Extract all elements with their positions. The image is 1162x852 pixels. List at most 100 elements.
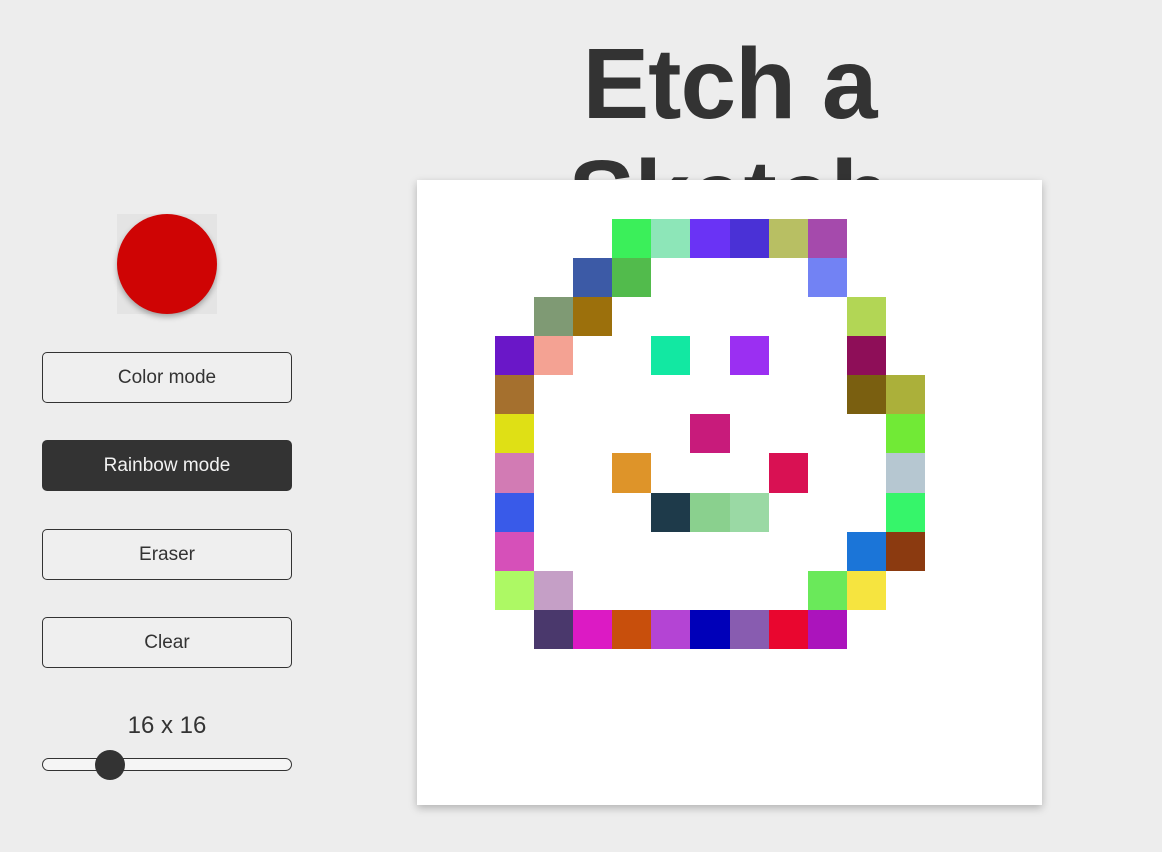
grid-cell[interactable] [963, 531, 1003, 571]
grid-cell[interactable] [534, 648, 574, 688]
grid-cell[interactable] [807, 453, 847, 493]
grid-cell[interactable] [807, 648, 847, 688]
grid-cell[interactable] [573, 414, 613, 454]
grid-cell[interactable] [885, 336, 925, 376]
grid-cell[interactable] [456, 570, 496, 610]
grid-cell[interactable] [729, 726, 769, 766]
grid-cell[interactable] [651, 648, 691, 688]
grid-cell[interactable] [963, 765, 1003, 805]
grid-cell[interactable] [690, 765, 730, 805]
rainbow-mode-button[interactable]: Rainbow mode [42, 440, 292, 491]
grid-cell[interactable] [768, 687, 808, 727]
color-picker[interactable] [117, 214, 217, 314]
grid-cell[interactable] [573, 492, 613, 532]
grid-cell[interactable] [1002, 765, 1042, 805]
grid-cell[interactable] [768, 414, 808, 454]
grid-cell[interactable] [534, 609, 574, 649]
grid-cell[interactable] [456, 531, 496, 571]
grid-cell[interactable] [807, 375, 847, 415]
grid-cell[interactable] [963, 570, 1003, 610]
grid-cell[interactable] [573, 648, 613, 688]
grid-cell[interactable] [729, 414, 769, 454]
grid-cell[interactable] [651, 258, 691, 298]
grid-cell[interactable] [612, 609, 652, 649]
grid-cell[interactable] [612, 765, 652, 805]
color-mode-button[interactable]: Color mode [42, 352, 292, 403]
clear-button[interactable]: Clear [42, 617, 292, 668]
grid-cell[interactable] [768, 492, 808, 532]
grid-cell[interactable] [768, 453, 808, 493]
grid-cell[interactable] [885, 492, 925, 532]
grid-cell[interactable] [963, 609, 1003, 649]
grid-cell[interactable] [924, 648, 964, 688]
grid-cell[interactable] [417, 609, 457, 649]
grid-cell[interactable] [495, 609, 535, 649]
grid-cell[interactable] [495, 765, 535, 805]
grid-cell[interactable] [651, 219, 691, 259]
grid-cell[interactable] [573, 219, 613, 259]
grid-cell[interactable] [456, 453, 496, 493]
grid-cell[interactable] [963, 375, 1003, 415]
grid-cell[interactable] [807, 765, 847, 805]
grid-cell[interactable] [846, 414, 886, 454]
grid-cell[interactable] [534, 336, 574, 376]
grid-cell[interactable] [924, 297, 964, 337]
grid-cell[interactable] [768, 336, 808, 376]
grid-cell[interactable] [846, 180, 886, 220]
grid-cell[interactable] [807, 336, 847, 376]
grid-cell[interactable] [651, 765, 691, 805]
grid-cell[interactable] [885, 180, 925, 220]
grid-cell[interactable] [690, 570, 730, 610]
grid-cell[interactable] [690, 258, 730, 298]
grid-cell[interactable] [1002, 648, 1042, 688]
grid-cell[interactable] [885, 648, 925, 688]
grid-cell[interactable] [534, 414, 574, 454]
eraser-button[interactable]: Eraser [42, 529, 292, 580]
grid-cell[interactable] [495, 258, 535, 298]
grid-cell[interactable] [495, 414, 535, 454]
grid-cell[interactable] [651, 453, 691, 493]
grid-cell[interactable] [456, 609, 496, 649]
grid-cell[interactable] [651, 726, 691, 766]
grid-cell[interactable] [885, 453, 925, 493]
grid-cell[interactable] [417, 648, 457, 688]
grid-cell[interactable] [651, 375, 691, 415]
grid-cell[interactable] [846, 531, 886, 571]
grid-cell[interactable] [612, 570, 652, 610]
grid-cell[interactable] [924, 258, 964, 298]
grid-cell[interactable] [690, 453, 730, 493]
grid-cell[interactable] [690, 492, 730, 532]
grid-cell[interactable] [1002, 570, 1042, 610]
grid-cell[interactable] [963, 414, 1003, 454]
grid-cell[interactable] [807, 687, 847, 727]
grid-cell[interactable] [417, 414, 457, 454]
grid-cell[interactable] [534, 726, 574, 766]
grid-cell[interactable] [1002, 453, 1042, 493]
grid-cell[interactable] [729, 609, 769, 649]
grid-cell[interactable] [768, 531, 808, 571]
grid-cell[interactable] [651, 336, 691, 376]
grid-cell[interactable] [924, 609, 964, 649]
grid-cell[interactable] [729, 180, 769, 220]
grid-cell[interactable] [534, 687, 574, 727]
grid-cell[interactable] [807, 219, 847, 259]
grid-cell[interactable] [573, 258, 613, 298]
grid-cell[interactable] [846, 609, 886, 649]
grid-cell[interactable] [612, 492, 652, 532]
grid-cell[interactable] [690, 726, 730, 766]
grid-cell[interactable] [729, 570, 769, 610]
grid-cell[interactable] [612, 531, 652, 571]
grid-cell[interactable] [495, 375, 535, 415]
grid-cell[interactable] [807, 492, 847, 532]
grid-cell[interactable] [924, 765, 964, 805]
grid-cell[interactable] [417, 570, 457, 610]
grid-cell[interactable] [456, 336, 496, 376]
grid-cell[interactable] [768, 765, 808, 805]
grid-cell[interactable] [534, 297, 574, 337]
grid-cell[interactable] [456, 375, 496, 415]
grid-cell[interactable] [417, 726, 457, 766]
grid-cell[interactable] [534, 531, 574, 571]
grid-size-slider[interactable] [42, 750, 292, 780]
grid-cell[interactable] [573, 570, 613, 610]
grid-cell[interactable] [768, 648, 808, 688]
